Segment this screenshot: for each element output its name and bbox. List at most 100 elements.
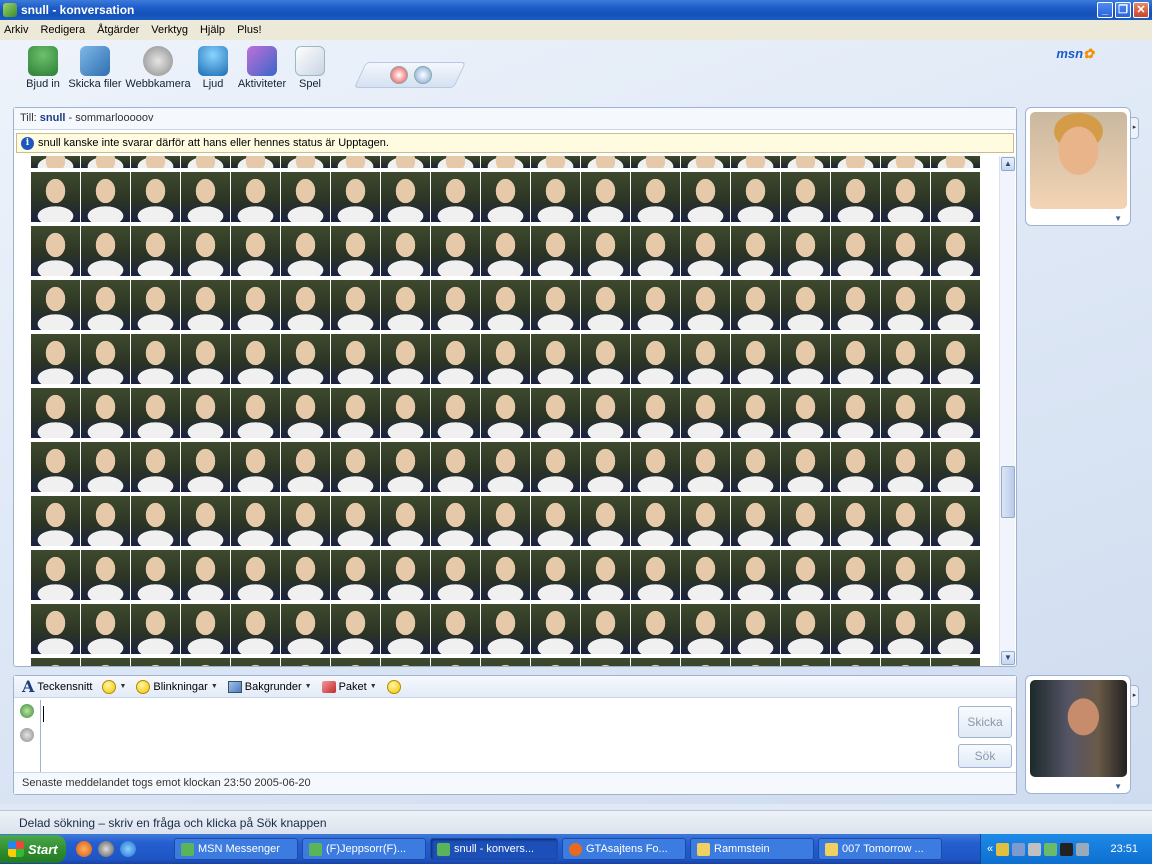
own-avatar-frame[interactable]: ▼	[1025, 675, 1131, 794]
toolbar-extra-tray	[353, 62, 467, 88]
custom-emoticon-icon	[581, 172, 631, 222]
tray-app-icon[interactable]	[1028, 842, 1042, 856]
custom-emoticon-icon	[531, 388, 581, 438]
games-button[interactable]: Spel	[290, 46, 330, 90]
packs-button[interactable]: Paket ▼	[321, 680, 377, 693]
contact-avatar-frame[interactable]: ▼	[1025, 107, 1131, 226]
firefox-icon[interactable]	[76, 841, 92, 857]
scroll-up-button[interactable]: ▲	[1001, 157, 1015, 171]
custom-emoticon-icon	[781, 388, 831, 438]
custom-emoticon-icon	[731, 156, 781, 168]
chevron-down-icon[interactable]: ▼	[1114, 214, 1122, 223]
custom-emoticon-icon	[481, 280, 531, 330]
maximize-button[interactable]: ❐	[1115, 2, 1131, 18]
webcam-icon	[143, 46, 173, 76]
start-button[interactable]: Start	[0, 835, 66, 863]
custom-emoticon-icon	[381, 334, 431, 384]
audio-button[interactable]: Ljud	[192, 46, 234, 90]
tray-app-icon[interactable]	[1012, 842, 1026, 856]
font-button[interactable]: A Teckensnitt	[22, 677, 92, 696]
tray-app-icon[interactable]	[996, 842, 1010, 856]
send-files-button[interactable]: Skicka filer	[66, 46, 124, 90]
media-icon[interactable]	[98, 841, 114, 857]
invite-button[interactable]: Bjud in	[20, 46, 66, 90]
send-files-icon	[80, 46, 110, 76]
volume-icon[interactable]	[1076, 842, 1090, 856]
custom-emoticon-icon	[331, 658, 381, 666]
internet-explorer-icon[interactable]	[120, 841, 136, 857]
tray-expand-icon[interactable]: «	[987, 843, 993, 855]
custom-emoticon-icon	[831, 280, 881, 330]
contact-name[interactable]: snull	[40, 112, 66, 124]
title-bar[interactable]: snull - konversation _ ❐ ✕	[0, 0, 1152, 20]
winks-button[interactable]: Blinkningar ▼	[136, 679, 218, 694]
scroll-thumb[interactable]	[1001, 466, 1015, 518]
games-label: Spel	[298, 78, 322, 90]
task-gtasajtens[interactable]: GTAsajtens Fo...	[562, 838, 686, 860]
custom-emoticon-icon	[131, 550, 181, 600]
format-toolbar: A Teckensnitt ▼ Blinkningar ▼ Bakgrunder…	[14, 676, 1016, 698]
emoticon-row	[31, 226, 984, 276]
close-button[interactable]: ✕	[1133, 2, 1149, 18]
message-input[interactable]	[40, 700, 954, 772]
backgrounds-button[interactable]: Bakgrunder ▼	[227, 680, 312, 693]
block-contact-icon[interactable]	[390, 66, 408, 84]
custom-emoticon-icon	[881, 172, 931, 222]
custom-emoticon-icon	[531, 334, 581, 384]
custom-emoticon-icon	[181, 604, 231, 654]
emoticon-row	[31, 172, 984, 222]
task-rammstein[interactable]: Rammstein	[690, 838, 814, 860]
custom-emoticon-icon	[31, 442, 81, 492]
custom-emoticon-icon	[381, 604, 431, 654]
custom-emoticon-icon	[881, 496, 931, 546]
custom-emoticon-icon	[581, 550, 631, 600]
search-button[interactable]: Sök	[958, 744, 1012, 768]
minimize-button[interactable]: _	[1097, 2, 1113, 18]
task-snull-conversation[interactable]: snull - konvers...	[430, 838, 558, 860]
task-007-tomorrow[interactable]: 007 Tomorrow ...	[818, 838, 942, 860]
msn-logo-text: msn	[1056, 46, 1084, 61]
activities-button[interactable]: Aktiviteter	[234, 46, 290, 90]
own-avatar	[1030, 680, 1127, 777]
menu-hjalp[interactable]: Hjälp	[200, 24, 225, 36]
custom-emoticon-icon	[931, 442, 981, 492]
handwriting-icon[interactable]	[20, 704, 34, 718]
task-msn-messenger[interactable]: MSN Messenger	[174, 838, 298, 860]
send-button[interactable]: Skicka	[958, 706, 1012, 738]
collapse-arrow-icon[interactable]: ▸	[1131, 685, 1139, 707]
menu-arkiv[interactable]: Arkiv	[4, 24, 28, 36]
custom-emoticon-icon	[181, 334, 231, 384]
tray-messenger-icon[interactable]	[1044, 842, 1058, 856]
custom-emoticon-icon	[181, 550, 231, 600]
custom-emoticon-icon	[731, 172, 781, 222]
scroll-down-button[interactable]: ▼	[1001, 651, 1015, 665]
custom-emoticon-icon	[281, 280, 331, 330]
nudge-button[interactable]	[386, 679, 401, 694]
emoticon-button[interactable]: ▼	[102, 679, 126, 694]
menu-plus[interactable]: Plus!	[237, 24, 261, 36]
change-display-icon[interactable]	[414, 66, 432, 84]
tray-app-icon[interactable]	[1060, 842, 1074, 856]
custom-emoticon-icon	[631, 442, 681, 492]
winks-label: Blinkningar	[153, 680, 208, 693]
menu-atgarder[interactable]: Åtgärder	[97, 24, 139, 36]
custom-emoticon-icon	[381, 388, 431, 438]
menu-verktyg[interactable]: Verktyg	[151, 24, 188, 36]
custom-emoticon-icon	[231, 442, 281, 492]
task-jeppsorr[interactable]: (F)Jeppsorr(F)...	[302, 838, 426, 860]
caret-down-icon: ▼	[304, 683, 312, 690]
chevron-down-icon[interactable]: ▼	[1114, 782, 1122, 791]
type-mode-icon[interactable]	[20, 728, 34, 742]
quick-launch	[76, 841, 136, 857]
custom-emoticon-icon	[481, 156, 531, 168]
history-scrollbar[interactable]: ▲ ▼	[999, 156, 1015, 666]
collapse-arrow-icon[interactable]: ▸	[1131, 117, 1139, 139]
custom-emoticon-icon	[231, 280, 281, 330]
custom-emoticon-icon	[131, 496, 181, 546]
custom-emoticon-icon	[381, 496, 431, 546]
webcam-button[interactable]: Webbkamera	[124, 46, 192, 90]
to-label: Till:	[20, 112, 37, 124]
message-area[interactable]	[31, 156, 984, 666]
menu-redigera[interactable]: Redigera	[40, 24, 85, 36]
custom-emoticon-icon	[331, 604, 381, 654]
